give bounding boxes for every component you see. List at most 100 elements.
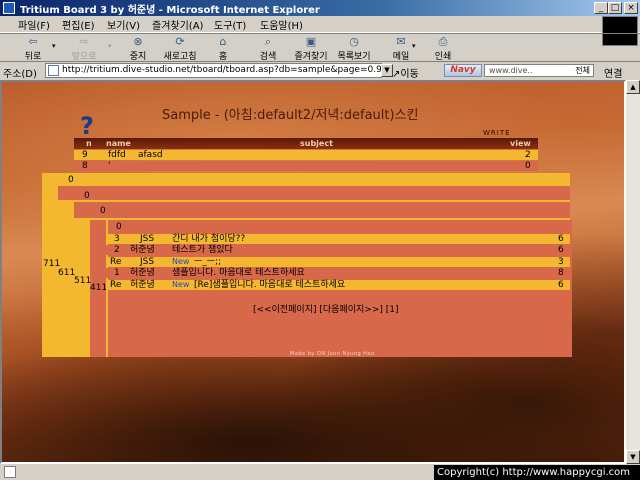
row-name: fdfd [108, 150, 126, 160]
navy-search-input[interactable]: www.dive.. 전체 [484, 64, 594, 77]
frame-zero: 0 [84, 191, 90, 201]
header-n: n [86, 139, 92, 148]
navy-logo[interactable]: Navy [444, 64, 482, 77]
pagination[interactable]: [<<이전페이지] [다음페이지>>] [1] [253, 302, 398, 315]
favorites-button[interactable]: ▣ 즐겨찾기 [290, 34, 332, 62]
board-title: Sample - (아침:default2/저녁:default)스킨 [162, 108, 419, 123]
header-subject: subject [300, 139, 333, 148]
row-name: ' [108, 161, 111, 171]
table-row[interactable]: 8 ' 0 [74, 161, 538, 171]
printer-icon: ⎙ [438, 35, 448, 48]
stop-button[interactable]: ⊗ 중지 [124, 34, 152, 62]
refresh-button[interactable]: ⟳ 새로고침 [160, 34, 200, 62]
mail-button[interactable]: ✉ 메일 [388, 34, 414, 62]
row-name: JSS [140, 234, 155, 244]
row-subject[interactable]: ㅡ_ㅡ;; [194, 257, 221, 267]
row-number: Re [110, 280, 122, 290]
minimize-button[interactable]: _ [594, 2, 608, 14]
frame-zero: 0 [116, 222, 122, 232]
row-view: 6 [558, 280, 564, 290]
back-arrow-icon: ⇦ [28, 35, 38, 48]
row-number: Re [110, 257, 122, 267]
back-dropdown-icon[interactable]: ▾ [52, 42, 56, 50]
history-button[interactable]: ◷ 목록보기 [334, 34, 374, 62]
close-button[interactable]: × [624, 2, 638, 14]
row-subject[interactable]: [Re]샘플입니다. 마음대로 테스트하세요 [194, 280, 345, 290]
address-bar: 주소(D) http://tritium.dive-studio.net/tbo… [0, 61, 640, 81]
row-name: 허준녕 [130, 280, 155, 290]
row-subject[interactable]: 테스트가 잼있다 [172, 245, 233, 255]
frame-zero: 0 [100, 206, 106, 216]
row-number: 9 [82, 150, 88, 160]
row-subject[interactable]: 샘플입니다. 마음대로 테스트하세요 [172, 268, 305, 278]
stop-icon: ⊗ [133, 35, 143, 48]
table-row[interactable]: 1 허준녕 샘플입니다. 마음대로 테스트하세요 8 [106, 268, 570, 278]
row-number: 1 [114, 268, 120, 278]
vertical-scrollbar[interactable]: ▲ ▼ [626, 80, 640, 464]
favorites-icon: ▣ [305, 35, 317, 48]
scroll-up-icon[interactable]: ▲ [626, 80, 640, 94]
mail-icon: ✉ [396, 35, 406, 48]
side-number: 411 [90, 283, 108, 293]
table-row[interactable]: Re JSS New ㅡ_ㅡ;; 3 [106, 257, 570, 267]
ie-icon [3, 2, 15, 14]
address-input[interactable]: http://tritium.dive-studio.net/tboard/tb… [45, 63, 382, 78]
maximize-button[interactable]: □ [608, 2, 622, 14]
menu-view[interactable]: 보기(V) [107, 17, 140, 32]
links-button[interactable]: 연결 [604, 65, 622, 80]
side-number: 511 [74, 276, 92, 286]
menu-help[interactable]: 도움말(H) [260, 17, 303, 32]
table-row[interactable]: 9 fdfd afasd 2 [74, 150, 538, 160]
go-button[interactable]: ↗이동 [392, 65, 419, 80]
menu-favorites[interactable]: 즐겨찾기(A) [152, 17, 203, 32]
table-row[interactable]: Re 허준녕 New [Re]샘플입니다. 마음대로 테스트하세요 6 [106, 280, 570, 290]
board-header-row: n name subject view [74, 138, 538, 149]
row-number: 2 [114, 245, 120, 255]
row-view: 8 [558, 268, 564, 278]
search-button[interactable]: ⌕ 검색 [254, 34, 282, 62]
mail-dropdown-icon[interactable]: ▾ [412, 42, 416, 50]
menu-edit[interactable]: 편집(E) [62, 17, 95, 32]
menu-file[interactable]: 파일(F) [18, 17, 50, 32]
table-row[interactable]: 3 JSS 간디 내가 첨이당?? 6 [106, 234, 570, 244]
print-button[interactable]: ⎙ 인쇄 [430, 34, 456, 62]
forward-dropdown-icon[interactable]: ▾ [108, 42, 112, 50]
history-icon: ◷ [349, 35, 359, 48]
side-number: 611 [58, 268, 76, 278]
row-number: 3 [114, 234, 120, 244]
forward-button[interactable]: ⇨ 앞으로 [64, 34, 104, 62]
back-button[interactable]: ⇦ 뒤로 [18, 34, 48, 62]
row-number: 8 [82, 161, 88, 171]
copyright-text: Copyright(c) http://www.happycgi.com [434, 465, 640, 480]
row-name: 허준녕 [130, 268, 155, 278]
window-title: Tritium Board 3 by 허준녕 - Microsoft Inter… [20, 5, 320, 16]
table-row[interactable]: 2 허준녕 테스트가 잼있다 6 [106, 245, 570, 255]
write-button[interactable]: WRITE [483, 129, 511, 137]
scroll-down-icon[interactable]: ▼ [626, 450, 640, 464]
header-view: view [510, 139, 531, 148]
home-icon: ⌂ [219, 35, 227, 48]
refresh-icon: ⟳ [175, 35, 185, 48]
row-subject[interactable]: afasd [138, 150, 163, 160]
frame-zero: 0 [68, 175, 74, 185]
row-view: 0 [525, 161, 531, 171]
search-scope-select[interactable]: 전체 [575, 65, 590, 76]
new-icon: New [172, 280, 190, 289]
menu-tools[interactable]: 도구(T) [214, 17, 246, 32]
row-view: 6 [558, 245, 564, 255]
header-name: name [106, 139, 131, 148]
made-by-credit: Made by DN Joon Nyung Heo [290, 351, 375, 357]
row-subject[interactable]: 간디 내가 첨이당?? [172, 234, 245, 244]
page-icon [48, 65, 59, 76]
title-bar: Tritium Board 3 by 허준녕 - Microsoft Inter… [0, 0, 640, 16]
page-status-icon [4, 466, 16, 478]
home-button[interactable]: ⌂ 홈 [210, 34, 236, 62]
row-name: 허준녕 [130, 245, 155, 255]
toolbar: ⇦ 뒤로 ▾ ⇨ 앞으로 ▾ ⊗ 중지 ⟳ 새로고침 ⌂ 홈 ⌕ 검색 ▣ 즐겨… [0, 33, 640, 62]
search-icon: ⌕ [264, 35, 272, 48]
row-view: 6 [558, 234, 564, 244]
new-icon: New [172, 257, 190, 266]
forward-arrow-icon: ⇨ [79, 35, 89, 48]
menu-bar: 파일(F) 편집(E) 보기(V) 즐겨찾기(A) 도구(T) 도움말(H) [0, 16, 640, 33]
address-label: 주소(D) [3, 69, 37, 80]
